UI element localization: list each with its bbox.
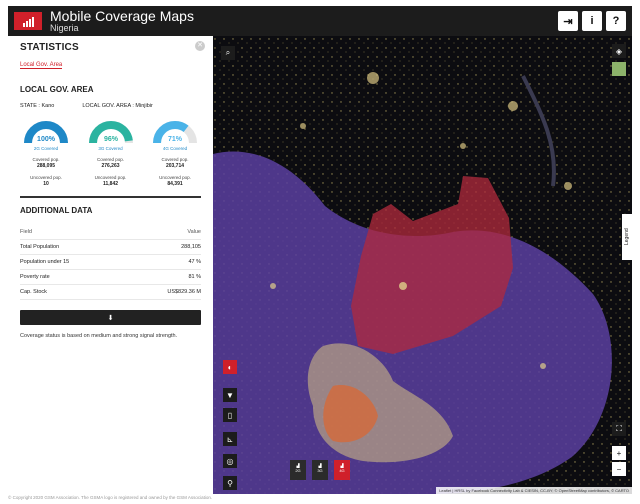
coverage-map[interactable]: ⌕ ◈ ◐ ▼ ▯ ⊾ ◎ ⚲ ▟ 2G ▟ 3G ▟ 4G Legend ⛶ …: [213, 36, 632, 494]
zoom-out-button[interactable]: −: [612, 462, 626, 476]
table-row: Cap. Stock US$829.36 M: [20, 285, 201, 300]
measure-button[interactable]: ⊾: [223, 432, 237, 446]
row-field: Total Population: [20, 244, 60, 250]
row-field: Cap. Stock: [20, 289, 47, 295]
uncovered-value: 11,842: [102, 181, 119, 187]
gauge-3g: 96% 3G Covered Covered pop. 276,263 Unco…: [85, 119, 137, 187]
country-subtitle: Nigeria: [50, 23, 79, 33]
uncovered-value: 84,391: [167, 181, 183, 187]
uncovered-label: Uncovered pop.: [159, 175, 191, 180]
covered-label: Covered pop.: [32, 157, 60, 162]
info-button[interactable]: i: [582, 11, 602, 31]
network-3g-button[interactable]: ▟ 3G: [312, 460, 328, 480]
panel-title: STATISTICS: [20, 42, 79, 53]
uncovered-value: 10: [43, 181, 49, 187]
network-label: 4G: [339, 468, 345, 474]
gauge-3g-percent: 96%: [103, 136, 118, 143]
legend-tab[interactable]: Legend: [622, 214, 632, 260]
covered-value: 276,263: [101, 163, 120, 169]
gauge-3g-label: 3G Covered: [98, 146, 123, 151]
coverage-tool-button[interactable]: ◐: [223, 360, 237, 374]
uncovered-label: Uncovered pop.: [30, 175, 62, 180]
gauge-2g-percent: 100%: [37, 136, 56, 143]
section-title: LOCAL GOV. AREA: [20, 85, 94, 94]
additional-data-title: ADDITIONAL DATA: [20, 206, 93, 215]
exit-button[interactable]: ⇥: [558, 11, 578, 31]
covered-label: Covered pop.: [96, 157, 125, 162]
app-header: Mobile Coverage Maps Nigeria ⇥ i ?: [8, 6, 632, 36]
filter-button[interactable]: ▼: [223, 388, 237, 402]
gsma-logo: [14, 12, 42, 30]
row-field: Poverty rate: [20, 274, 50, 280]
phone-button[interactable]: ▯: [223, 408, 237, 422]
search-icon[interactable]: ⌕: [221, 46, 235, 60]
basemap-thumbnail[interactable]: [612, 62, 626, 76]
row-value: US$829.36 M: [167, 289, 201, 295]
gauge-4g-arc: 71%: [153, 121, 197, 144]
covered-value: 203,714: [165, 163, 185, 169]
table-header: Field Value: [20, 225, 201, 240]
copyright-text: © Copyright 2020 GSM Association. The GS…: [8, 495, 213, 500]
statistics-panel: STATISTICS ✕ Local Gov. Area LOCAL GOV. …: [8, 36, 213, 494]
row-value: 288,105: [181, 244, 201, 250]
table-row: Population under 15 47 %: [20, 255, 201, 270]
uncovered-label: Uncovered pop.: [94, 175, 127, 180]
coverage-note: Coverage status is based on medium and s…: [20, 333, 178, 339]
layers-icon[interactable]: ◈: [612, 44, 626, 58]
fullscreen-icon[interactable]: ⛶: [612, 422, 626, 436]
coverage-gauges: 100% 2G Covered Covered pop. 288,095 Unc…: [20, 119, 201, 187]
network-2g-button[interactable]: ▟ 2G: [290, 460, 306, 480]
map-canvas[interactable]: [213, 36, 632, 494]
gauge-3g-arc: 96%: [88, 121, 133, 144]
gauge-4g: 71% 4G Covered Covered pop. 203,714 Unco…: [149, 119, 201, 187]
table-row: Poverty rate 81 %: [20, 270, 201, 285]
network-label: 2G: [295, 468, 301, 474]
gauge-4g-percent: 71%: [168, 136, 183, 143]
locate-button[interactable]: ◎: [223, 454, 237, 468]
row-field: Population under 15: [20, 259, 70, 265]
help-button[interactable]: ?: [606, 11, 626, 31]
gauge-2g-label: 2G Covered: [33, 146, 59, 151]
close-icon[interactable]: ✕: [195, 41, 205, 51]
covered-value: 288,095: [36, 163, 56, 169]
map-attribution: Leaflet | HRSL by Facebook Connectivity …: [436, 487, 632, 494]
zoom-in-button[interactable]: +: [612, 446, 626, 460]
table-row: Total Population 288,105: [20, 240, 201, 255]
network-4g-button[interactable]: ▟ 4G: [334, 460, 350, 480]
divider: [20, 196, 201, 198]
marker-button[interactable]: ⚲: [223, 476, 237, 490]
gauge-2g: 100% 2G Covered Covered pop. 288,095 Unc…: [20, 119, 72, 187]
column-value: Value: [187, 229, 201, 235]
app-title: Mobile Coverage Maps: [50, 8, 194, 24]
tab-local-gov-area[interactable]: Local Gov. Area: [20, 62, 63, 69]
gauge-2g-arc: 100%: [24, 121, 68, 144]
row-value: 81 %: [188, 274, 201, 280]
covered-label: Covered pop.: [161, 157, 189, 162]
download-icon: ⬇: [107, 314, 114, 322]
download-button[interactable]: ⬇: [20, 310, 201, 325]
state-label: STATE : Kano: [20, 103, 55, 109]
row-value: 47 %: [188, 259, 201, 265]
network-label: 3G: [317, 468, 323, 474]
column-field: Field: [20, 229, 32, 235]
additional-data-table: Field Value Total Population 288,105 Pop…: [20, 225, 201, 300]
gauge-4g-label: 4G Covered: [162, 146, 188, 151]
lga-label: LOCAL GOV. AREA : Minjibir: [82, 103, 153, 109]
